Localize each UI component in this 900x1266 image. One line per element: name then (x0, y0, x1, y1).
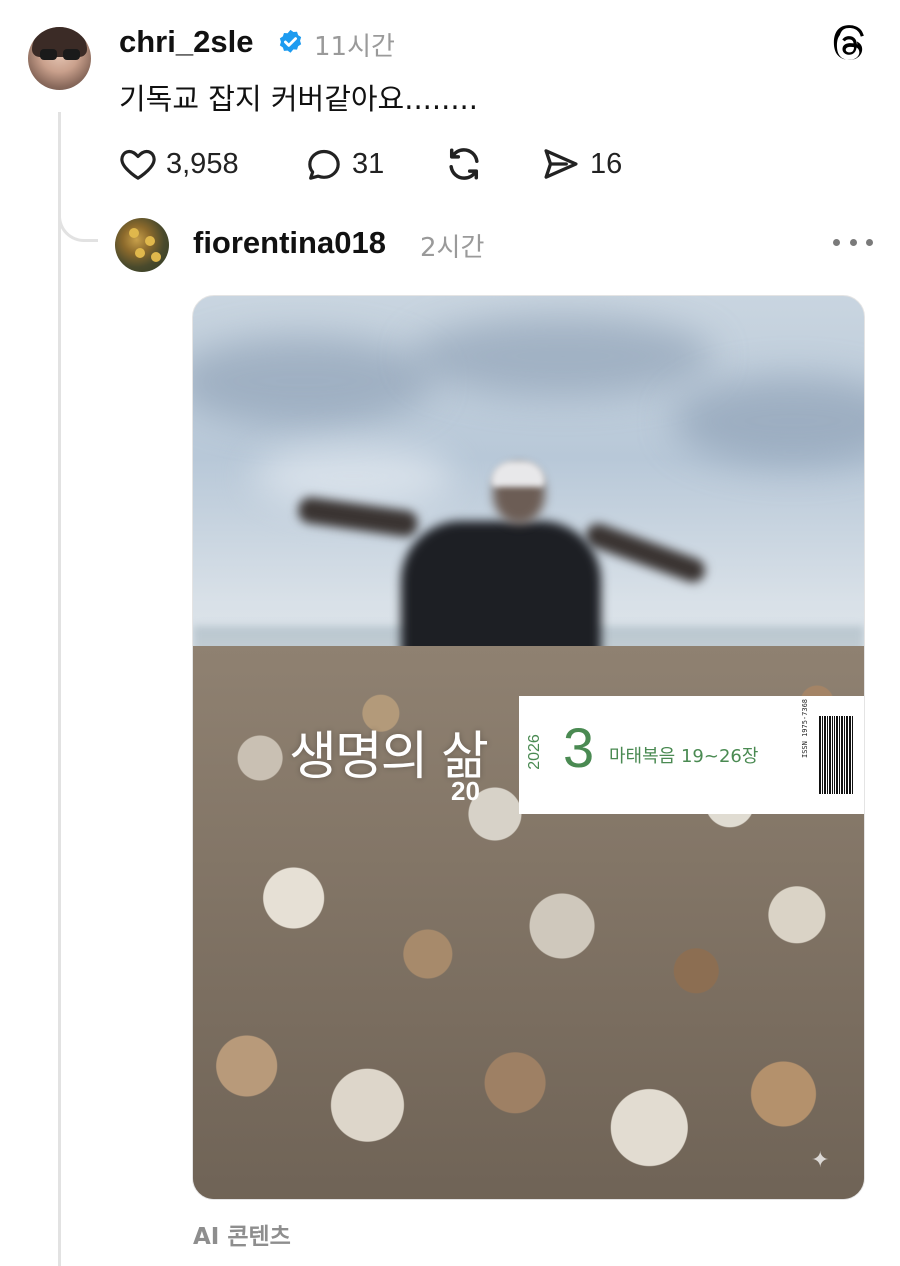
repost-button[interactable] (442, 140, 486, 188)
ai-sparkle-icon: ✦ (811, 1148, 830, 1173)
reply-timestamp: 2시간 (420, 233, 485, 263)
barcode-icon (819, 716, 853, 794)
repost-icon (449, 148, 479, 180)
like-button[interactable]: 3,958 (118, 140, 239, 188)
comment-bubble-icon (308, 149, 340, 180)
share-count: 16 (590, 147, 623, 180)
avatar[interactable] (28, 27, 91, 90)
cover-month: 3 (563, 716, 595, 779)
cover-volume: 20 (451, 776, 480, 806)
like-count: 3,958 (166, 147, 239, 180)
post-timestamp: 11시간 (314, 32, 395, 62)
cover-isbn: ISSN 1975-7368 (801, 698, 809, 758)
ai-content-label[interactable]: AI 콘텐츠 (193, 1217, 291, 1251)
thread-connector-line (58, 112, 61, 1266)
cover-year: 2026 (525, 734, 543, 770)
magazine-cover-image[interactable]: 생명의 삶 20 2026 3 마태복음 19~26장 ISSN 1975-73… (192, 295, 865, 1200)
send-icon (544, 149, 578, 179)
more-options-icon[interactable] (833, 232, 873, 252)
reply-connector-curve (58, 196, 98, 242)
post-username[interactable]: chri_2sle (119, 24, 253, 60)
heart-icon (120, 149, 156, 180)
verified-badge-icon (279, 29, 302, 53)
comment-button[interactable]: 31 (304, 140, 384, 188)
comment-count: 31 (352, 147, 385, 180)
threads-logo-icon[interactable] (830, 22, 872, 64)
share-button[interactable]: 16 (540, 140, 622, 188)
reply-avatar[interactable] (115, 218, 169, 272)
reply-username[interactable]: fiorentina018 (193, 225, 386, 261)
cover-issue-label: 2026 3 마태복음 19~26장 ISSN 1975-7368 (519, 696, 864, 814)
cover-passage: 마태복음 19~26장 (609, 746, 759, 767)
post-text: 기독교 잡지 커버같아요........ (119, 82, 478, 116)
